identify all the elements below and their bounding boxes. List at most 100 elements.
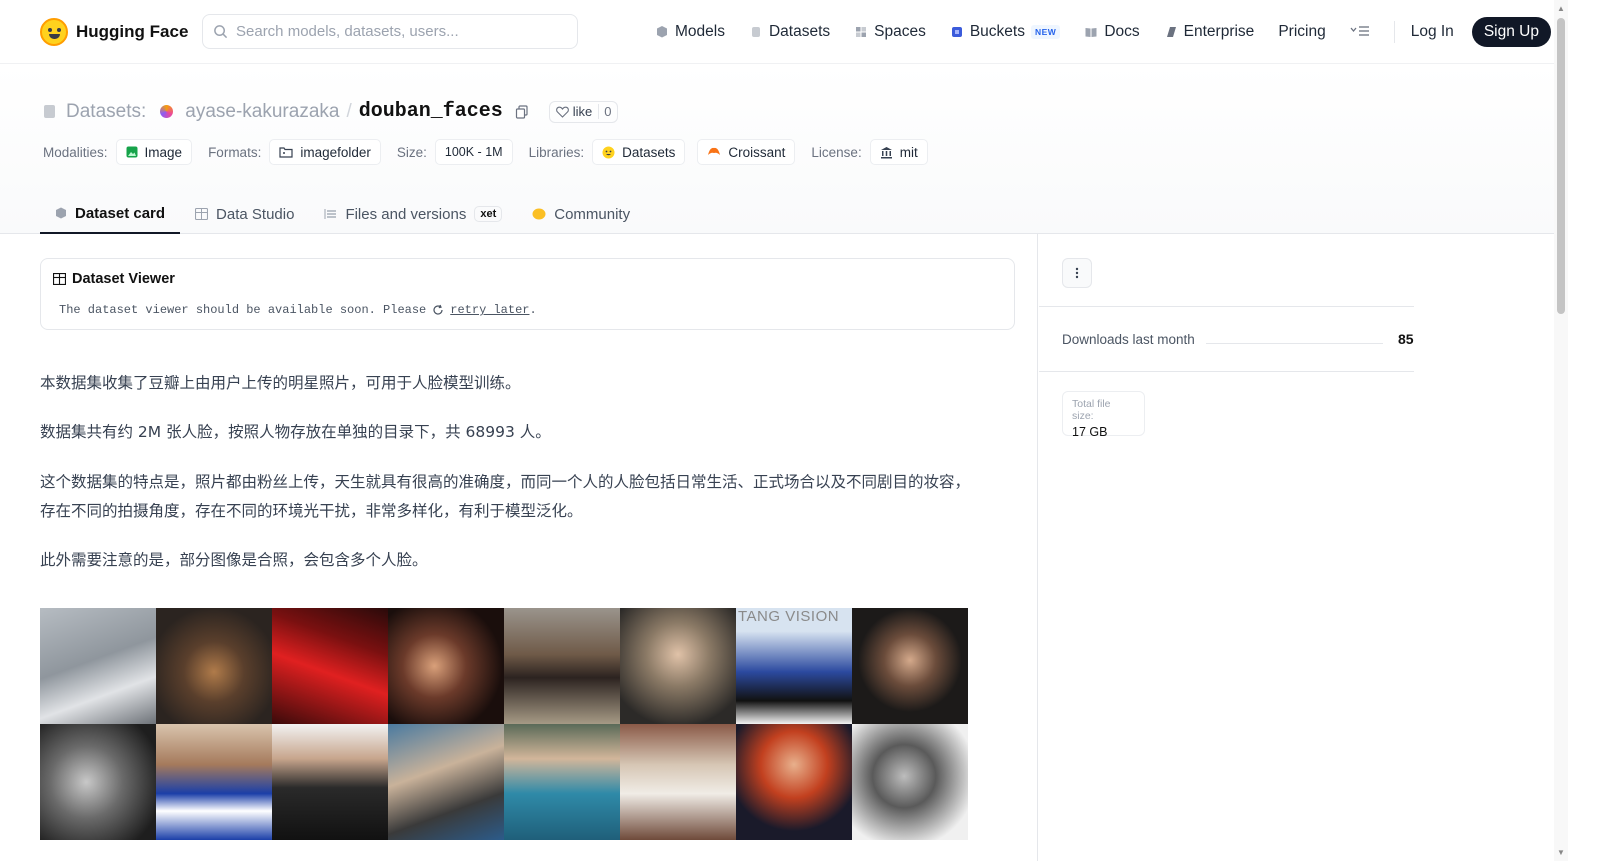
heart-icon: [555, 106, 569, 118]
license-group: License: mit: [811, 139, 939, 165]
card-paragraph-3: 这个数据集的特点是，照片都由粉丝上传，天生就具有很高的准确度，而同一个人的人脸包…: [40, 473, 971, 520]
institution-icon: [880, 146, 892, 158]
tab-files-label: Files and versions: [345, 205, 467, 223]
size-label: Size:: [396, 144, 427, 160]
watermark-text: TANG VISION: [738, 608, 840, 625]
face-photo: [620, 608, 736, 724]
tag-croissant[interactable]: Croissant: [697, 139, 796, 165]
repo-header: Datasets: ayase-kakurazaka / douban_face…: [0, 64, 1554, 234]
cube-icon: [657, 26, 667, 38]
nav-pricing-label: Pricing: [1278, 23, 1326, 40]
search-box[interactable]: [202, 14, 578, 49]
tag-license-label: mit: [899, 144, 918, 160]
repo-tabs: Dataset card Data Studio Files and versi…: [40, 194, 645, 234]
face-photo: [40, 724, 156, 840]
retry-later-link[interactable]: retry later: [450, 303, 529, 317]
tag-image-label: Image: [144, 144, 183, 160]
tag-license[interactable]: mit: [869, 139, 928, 165]
libraries-group: Libraries: Datasets Croissant: [529, 139, 808, 165]
scroll-down-arrow-icon[interactable]: ▼: [1557, 848, 1565, 857]
nav-models-label: Models: [675, 23, 725, 40]
file-size-label: Total file size:: [1072, 398, 1111, 422]
signup-button[interactable]: Sign Up: [1471, 17, 1551, 47]
new-badge: NEW: [1030, 25, 1061, 39]
face-photo: [504, 724, 620, 840]
image-icon: [126, 146, 138, 158]
page-scrollbar[interactable]: ▲ ▼: [1554, 0, 1568, 861]
face-photo: [504, 608, 620, 724]
tab-dataset-card[interactable]: Dataset card: [40, 194, 181, 234]
tab-files[interactable]: Files and versions xet: [309, 194, 517, 234]
modalities-label: Modalities:: [43, 144, 108, 160]
table-icon: [53, 273, 66, 285]
tag-image[interactable]: Image: [115, 139, 193, 165]
face-photo: [40, 608, 156, 724]
face-photo: TANG VISION: [736, 608, 852, 724]
nav-pricing[interactable]: Pricing: [1278, 23, 1325, 41]
repo-name[interactable]: douban_faces: [359, 100, 503, 123]
tag-datasets-lib-label: Datasets: [622, 144, 676, 160]
owner-link[interactable]: ayase-kakurazaka: [185, 101, 339, 123]
nav-enterprise-label: Enterprise: [1183, 23, 1255, 40]
downloads-sparkline: [1206, 343, 1383, 344]
nav-datasets[interactable]: Datasets: [749, 23, 830, 41]
tab-data-studio[interactable]: Data Studio: [180, 194, 309, 234]
like-label: like: [572, 104, 593, 119]
section-label[interactable]: Datasets:: [66, 101, 146, 123]
search-icon: [214, 25, 228, 39]
tag-imagefolder[interactable]: imagefolder: [269, 139, 381, 165]
downloads-value: 85: [1398, 331, 1414, 347]
nav-models[interactable]: Models: [655, 23, 725, 41]
viewer-message: The dataset viewer should be available s…: [59, 303, 537, 317]
tab-community-label: Community: [554, 205, 631, 223]
search-input[interactable]: [236, 23, 556, 40]
file-size-box: Total file size: 17 GB: [1062, 391, 1145, 439]
menu-icon: [1350, 25, 1369, 36]
scroll-up-arrow-icon[interactable]: ▲: [1557, 4, 1565, 13]
folder-image-icon: [279, 147, 293, 158]
tag-imagefolder-label: imagefolder: [300, 144, 371, 160]
more-menu-button[interactable]: [1350, 25, 1370, 40]
nav-spaces[interactable]: Spaces: [854, 23, 926, 41]
dataset-viewer: Dataset Viewer The dataset viewer should…: [40, 258, 1015, 330]
nav-docs-label: Docs: [1104, 23, 1140, 40]
like-count: 0: [598, 104, 616, 119]
grid-icon: [856, 27, 867, 37]
face-photo: [388, 608, 504, 724]
like-label-wrap: like: [550, 104, 599, 119]
repo-title-row: Datasets: ayase-kakurazaka / douban_face…: [43, 100, 618, 123]
nav-buckets[interactable]: Buckets NEW: [950, 23, 1061, 41]
tag-datasets-lib[interactable]: Datasets: [592, 139, 686, 165]
like-button[interactable]: like 0: [548, 100, 618, 123]
croissant-icon: [708, 147, 721, 155]
book-icon: [1085, 28, 1097, 37]
tag-croissant-label: Croissant: [728, 144, 786, 160]
face-photo: [156, 608, 272, 724]
modalities-group: Modalities: Image: [43, 139, 204, 165]
nav-enterprise[interactable]: Enterprise: [1164, 23, 1255, 41]
xet-badge-label: xet: [480, 208, 497, 220]
tag-size[interactable]: 100K - 1M: [434, 139, 513, 165]
formats-label: Formats:: [208, 144, 262, 160]
slash-divider: /: [346, 100, 352, 122]
tab-dataset-card-label: Dataset card: [75, 204, 166, 222]
main-content: Dataset Viewer The dataset viewer should…: [0, 234, 1038, 861]
brand-name: Hugging Face: [76, 21, 189, 41]
viewer-title: Dataset Viewer: [53, 271, 175, 287]
face-photo: [620, 724, 736, 840]
nav-docs[interactable]: Docs: [1084, 23, 1140, 41]
brand-link[interactable]: Hugging Face: [40, 17, 189, 46]
vertical-dots-icon: [1075, 267, 1079, 279]
login-link[interactable]: Log In: [1411, 23, 1454, 41]
enterprise-icon: [1166, 27, 1176, 37]
viewer-title-label: Dataset Viewer: [72, 271, 175, 287]
window-edge: [1568, 0, 1600, 861]
copy-icon[interactable]: [515, 104, 529, 119]
downloads-label: Downloads last month: [1062, 332, 1195, 347]
sidebar-divider: [1039, 306, 1414, 307]
more-options-button[interactable]: [1062, 258, 1092, 288]
scrollbar-thumb[interactable]: [1557, 18, 1565, 314]
sample-image-grid: TANG VISION: [40, 608, 968, 861]
tab-community[interactable]: Community: [517, 194, 645, 234]
viewer-period: .: [529, 303, 537, 317]
